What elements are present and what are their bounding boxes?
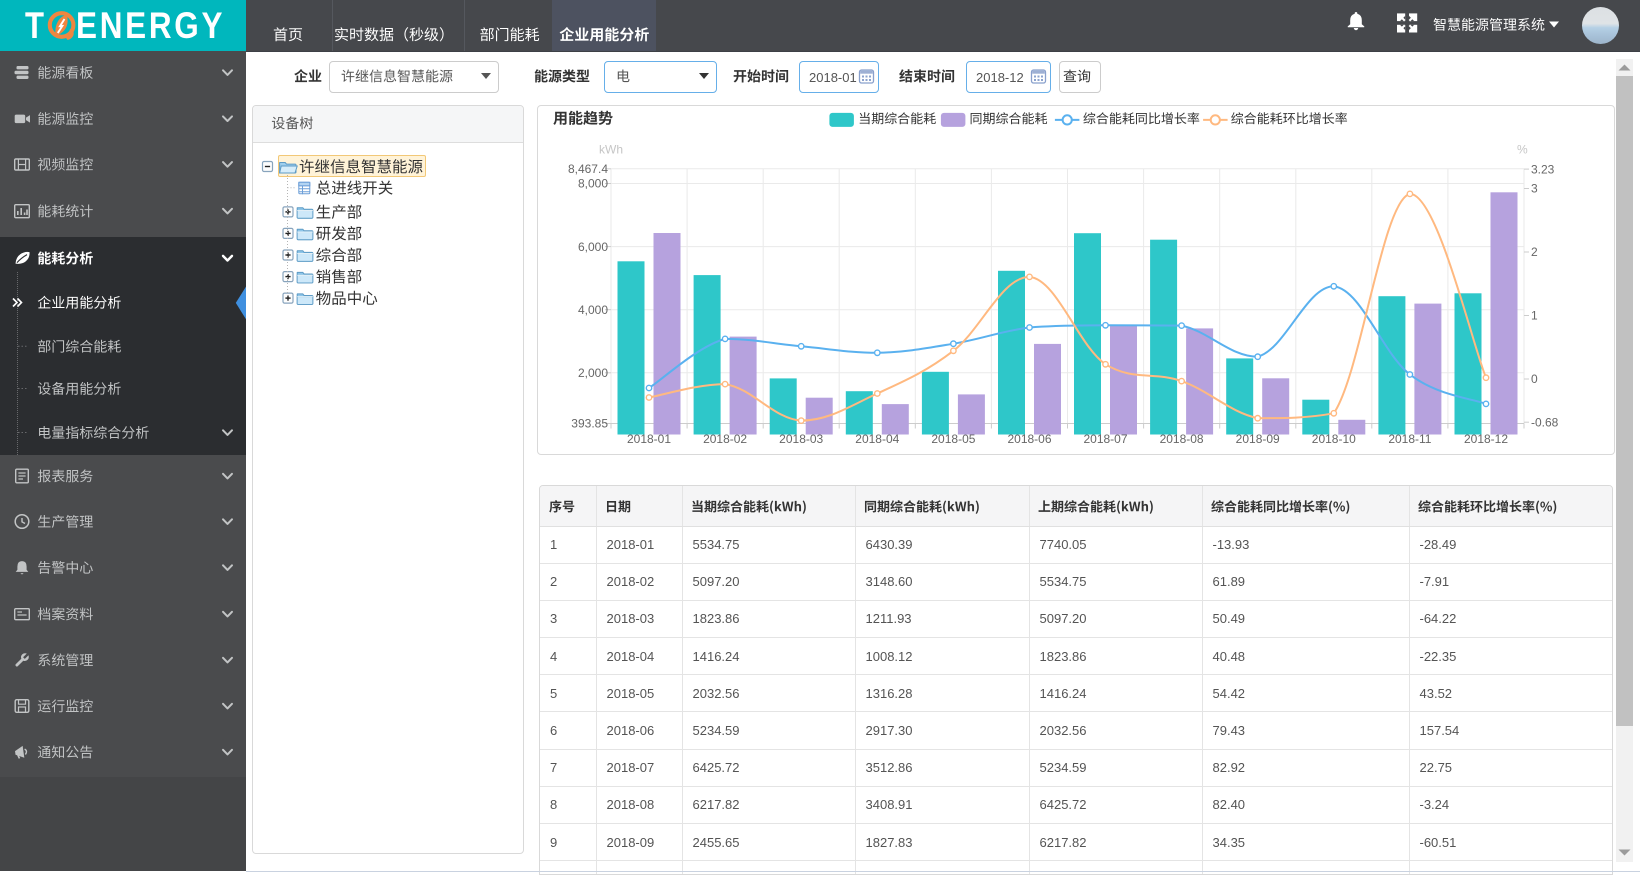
svg-text:8,467.4: 8,467.4 [568,162,608,176]
svg-text:2018-10: 2018-10 [1312,432,1356,446]
svg-text:kWh: kWh [599,142,623,156]
svg-text:2018-03: 2018-03 [779,432,823,446]
svg-text:2018-06: 2018-06 [1007,432,1051,446]
svg-text:8,000: 8,000 [578,176,608,190]
svg-text:4,000: 4,000 [578,302,608,316]
svg-text:2018-12: 2018-12 [1464,432,1508,446]
svg-text:2018-01: 2018-01 [627,432,671,446]
svg-text:2: 2 [1531,245,1538,259]
svg-text:393.85: 393.85 [571,416,608,430]
svg-text:2018-11: 2018-11 [1388,432,1431,446]
svg-text:0: 0 [1531,372,1538,386]
svg-text:%: % [1517,142,1528,156]
svg-text:2018-07: 2018-07 [1083,432,1127,446]
svg-text:2018-09: 2018-09 [1236,432,1280,446]
svg-text:2018-04: 2018-04 [855,432,899,446]
svg-text:3.23: 3.23 [1531,162,1555,176]
svg-text:2018-02: 2018-02 [703,432,747,446]
svg-text:1: 1 [1531,308,1538,322]
svg-text:6,000: 6,000 [578,239,608,253]
svg-text:2018-05: 2018-05 [931,432,975,446]
svg-text:3: 3 [1531,181,1538,195]
svg-text:2,000: 2,000 [578,366,608,380]
svg-text:-0.68: -0.68 [1531,415,1559,429]
svg-text:2018-08: 2018-08 [1160,432,1204,446]
